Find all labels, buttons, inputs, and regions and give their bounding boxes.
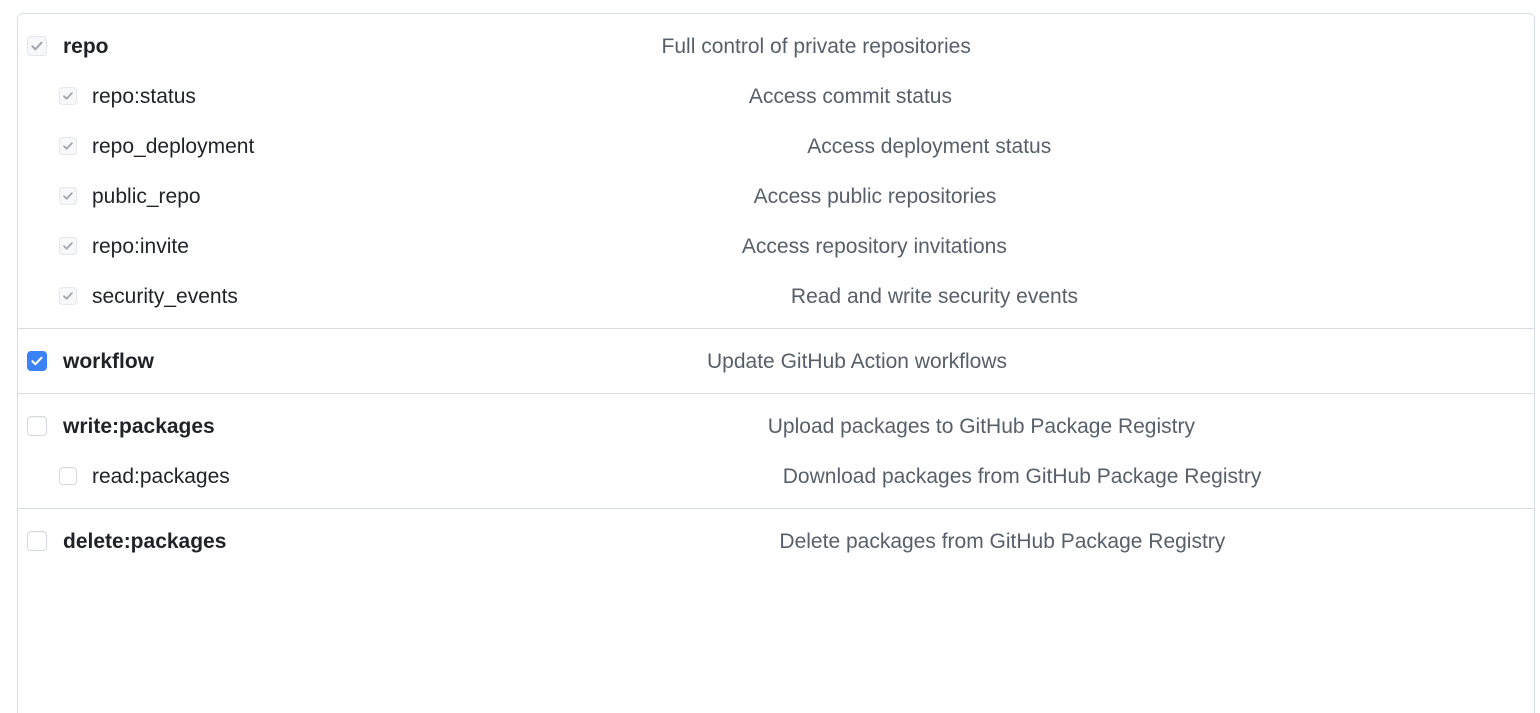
- scope-description-cell-security-events: Read and write security events: [238, 271, 1518, 321]
- scope-description-read-packages: Download packages from GitHub Package Re…: [782, 464, 1262, 488]
- checkbox-cell-read-packages[interactable]: read:packages: [27, 466, 230, 487]
- checkbox-checked-disabled-icon[interactable]: [59, 187, 77, 205]
- checkbox-cell-repo-invite[interactable]: repo:invite: [27, 236, 189, 257]
- scope-description-cell-repo-status: Access commit status: [196, 71, 1518, 121]
- checkbox-cell-security-events[interactable]: security_events: [27, 286, 238, 307]
- scope-row-security-events[interactable]: security_events Read and write security e…: [18, 271, 1534, 321]
- scope-description-repo-status: Access commit status: [748, 84, 952, 108]
- checkbox-cell-delete-packages[interactable]: delete:packages: [27, 531, 226, 552]
- scope-description-security-events: Read and write security events: [790, 284, 1079, 308]
- scope-label-repo-status: repo:status: [92, 84, 196, 108]
- checkbox-checked-disabled-icon[interactable]: [59, 137, 77, 155]
- checkbox-unchecked-icon[interactable]: [27, 531, 47, 551]
- checkbox-checked-disabled-icon[interactable]: [27, 36, 47, 56]
- checkbox-cell-repo[interactable]: repo: [27, 36, 109, 57]
- checkbox-checked-disabled-icon[interactable]: [59, 237, 77, 255]
- scope-row-public-repo[interactable]: public_repo Access public repositories: [18, 171, 1534, 221]
- oauth-scopes-panel: repo Full control of private repositories…: [17, 13, 1535, 713]
- scope-description-write-packages: Upload packages to GitHub Package Regist…: [767, 414, 1195, 438]
- checkbox-cell-repo-deployment[interactable]: repo_deployment: [27, 136, 254, 157]
- scope-description-cell-workflow: Update GitHub Action workflows: [154, 336, 1518, 386]
- scope-row-delete-packages[interactable]: delete:packages Delete packages from GitH…: [18, 516, 1534, 566]
- scope-description-cell-delete-packages: Delete packages from GitHub Package Regi…: [226, 516, 1518, 566]
- scope-row-repo-status[interactable]: repo:status Access commit status: [18, 71, 1534, 121]
- scope-label-workflow: workflow: [63, 349, 155, 373]
- checkbox-cell-write-packages[interactable]: write:packages: [27, 416, 215, 437]
- scope-description-cell-public-repo: Access public repositories: [201, 171, 1518, 221]
- scope-group-workflow-group: workflow Update GitHub Action workflows: [18, 336, 1534, 394]
- checkbox-unchecked-icon[interactable]: [59, 467, 77, 485]
- scope-description-public-repo: Access public repositories: [753, 184, 997, 208]
- scope-description-repo: Full control of private repositories: [661, 34, 971, 58]
- checkbox-checked-disabled-icon[interactable]: [59, 87, 77, 105]
- scope-label-delete-packages: delete:packages: [63, 529, 227, 553]
- scope-description-cell-write-packages: Upload packages to GitHub Package Regist…: [215, 401, 1518, 451]
- scope-description-repo-invite: Access repository invitations: [741, 234, 1007, 258]
- scope-row-repo[interactable]: repo Full control of private repositories: [18, 21, 1534, 71]
- scope-description-repo-deployment: Access deployment status: [807, 134, 1052, 158]
- scope-description-cell-repo-deployment: Access deployment status: [254, 121, 1518, 171]
- checkbox-cell-repo-status[interactable]: repo:status: [27, 86, 196, 107]
- checkbox-cell-workflow[interactable]: workflow: [27, 351, 154, 372]
- scope-row-workflow[interactable]: workflow Update GitHub Action workflows: [18, 336, 1534, 386]
- scope-label-read-packages: read:packages: [92, 464, 230, 488]
- scope-description-cell-repo-invite: Access repository invitations: [189, 221, 1518, 271]
- scope-group-repo-group: repo Full control of private repositories…: [18, 21, 1534, 329]
- scope-description-workflow: Update GitHub Action workflows: [707, 349, 1007, 373]
- scope-row-repo-invite[interactable]: repo:invite Access repository invitations: [18, 221, 1534, 271]
- scope-group-packages-group: write:packages Upload packages to GitHub …: [18, 401, 1534, 509]
- scope-description-cell-repo: Full control of private repositories: [109, 21, 1518, 71]
- scope-label-public-repo: public_repo: [92, 184, 201, 208]
- checkbox-cell-public-repo[interactable]: public_repo: [27, 186, 201, 207]
- scope-label-write-packages: write:packages: [63, 414, 215, 438]
- scope-description-cell-read-packages: Download packages from GitHub Package Re…: [230, 451, 1518, 501]
- scope-row-read-packages[interactable]: read:packages Download packages from GitH…: [18, 451, 1534, 501]
- scope-description-delete-packages: Delete packages from GitHub Package Regi…: [779, 529, 1226, 553]
- scope-group-delete-packages-group: delete:packages Delete packages from GitH…: [18, 516, 1534, 566]
- scope-label-repo-deployment: repo_deployment: [92, 134, 255, 158]
- checkbox-checked-disabled-icon[interactable]: [59, 287, 77, 305]
- scope-row-repo-deployment[interactable]: repo_deployment Access deployment status: [18, 121, 1534, 171]
- checkbox-unchecked-icon[interactable]: [27, 416, 47, 436]
- scope-label-repo: repo: [63, 34, 109, 58]
- scope-row-write-packages[interactable]: write:packages Upload packages to GitHub …: [18, 401, 1534, 451]
- scope-label-repo-invite: repo:invite: [92, 234, 189, 258]
- scope-label-security-events: security_events: [92, 284, 238, 308]
- checkbox-checked-icon[interactable]: [27, 351, 47, 371]
